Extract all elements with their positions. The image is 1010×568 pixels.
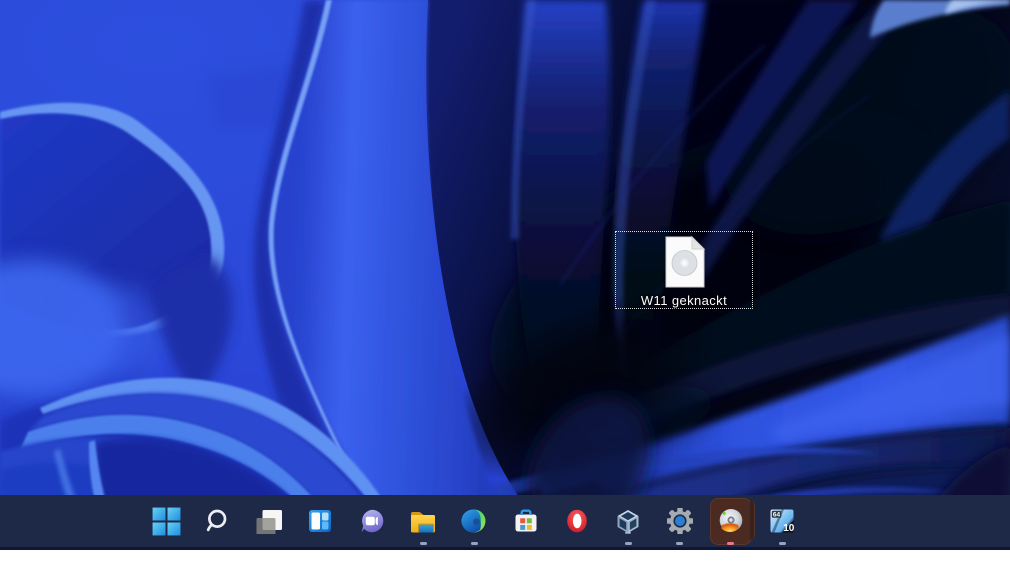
svg-text:10: 10 <box>783 523 795 534</box>
svg-text:64: 64 <box>773 512 781 519</box>
